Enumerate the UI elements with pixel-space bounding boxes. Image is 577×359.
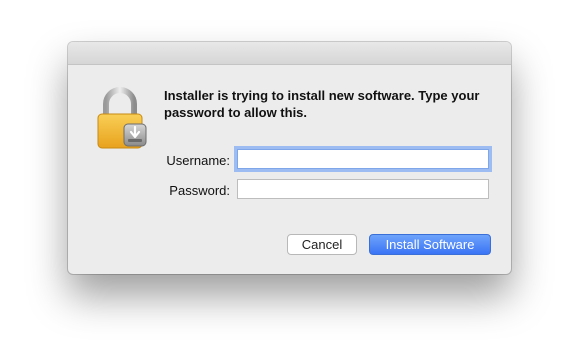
password-label: Password: [169,183,230,198]
screen: Installer is trying to install new softw… [0,0,577,359]
cancel-button[interactable]: Cancel [287,234,357,255]
password-field[interactable] [237,179,489,199]
install-software-button[interactable]: Install Software [369,234,491,255]
username-label: Username: [166,153,230,168]
username-field[interactable] [237,149,489,169]
authentication-dialog: Installer is trying to install new softw… [68,42,511,274]
dialog-titlebar[interactable] [68,42,511,65]
dialog-message: Installer is trying to install new softw… [164,88,480,120]
lock-icon [96,86,150,150]
